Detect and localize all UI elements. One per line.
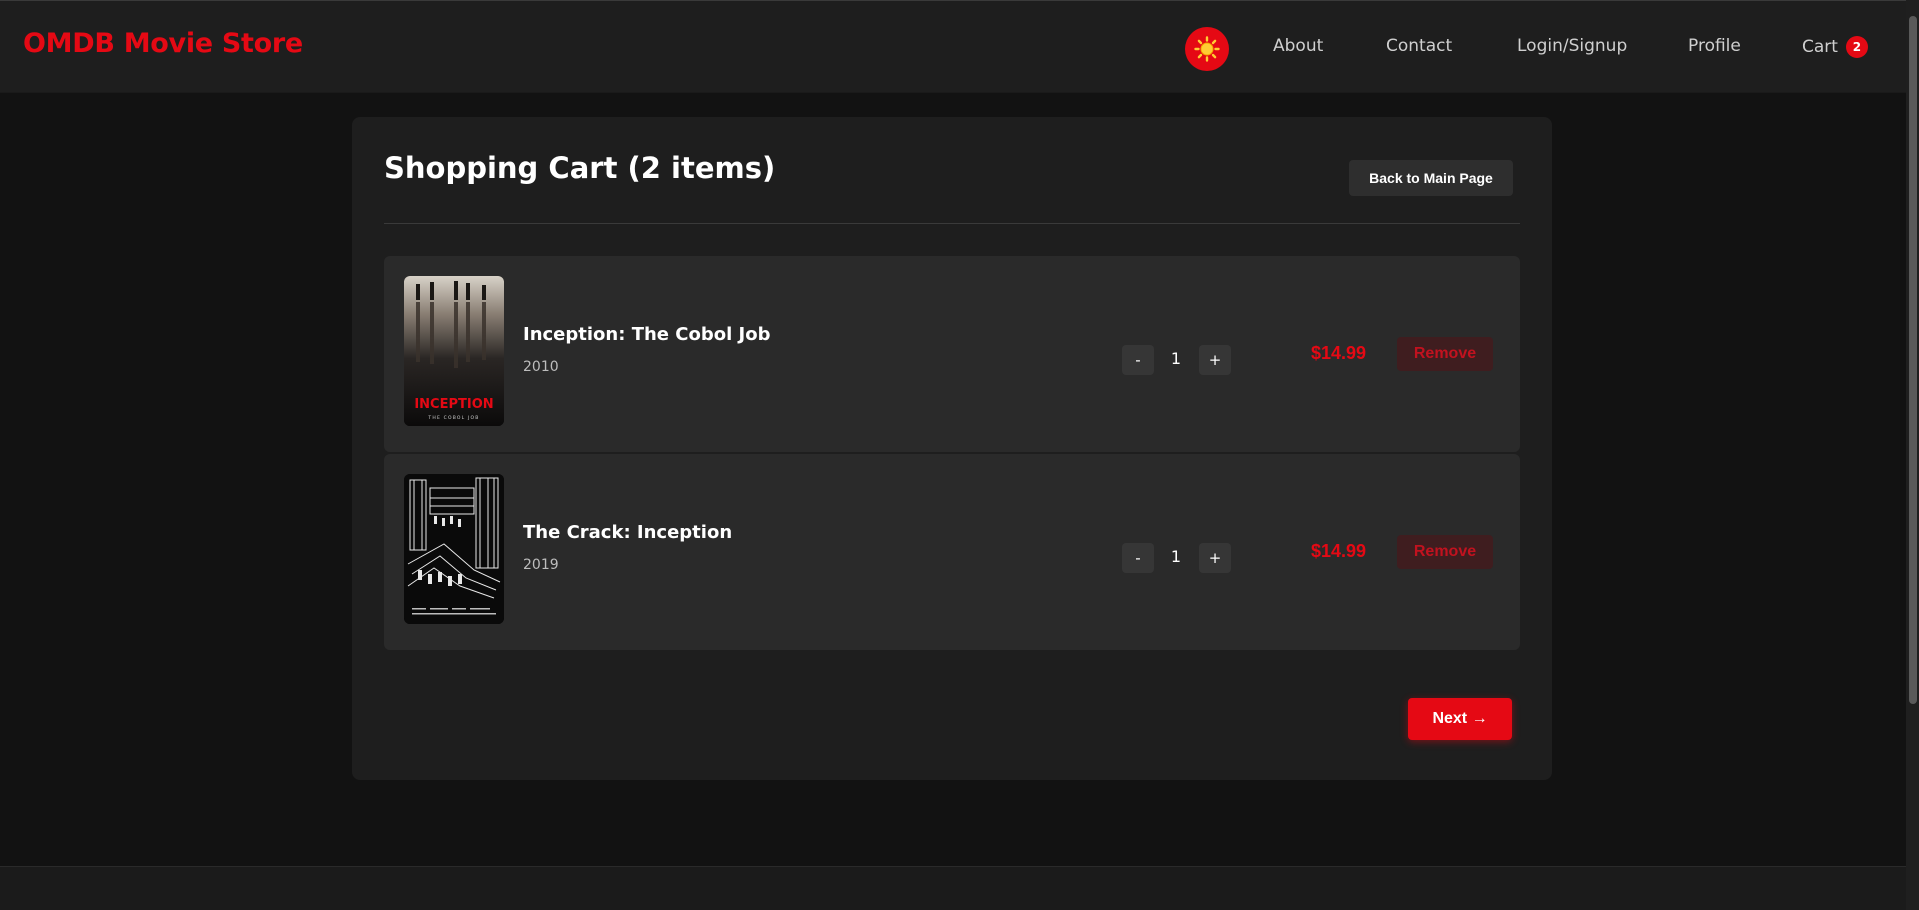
top-navbar: OMDB Movie Store About Contact Login/Sig… [0,0,1906,93]
item-title[interactable]: Inception: The Cobol Job [523,324,770,345]
cart-item: INCEPTION THE COBOL JOB Inception: The C… [384,256,1520,452]
poster-title-text: INCEPTION [414,397,493,412]
nav-profile[interactable]: Profile [1688,36,1741,56]
increment-button[interactable]: + [1199,543,1231,573]
nav-about[interactable]: About [1273,36,1323,56]
page-title: Shopping Cart (2 items) [384,151,776,185]
poster-subtitle-text: THE COBOL JOB [427,415,479,421]
decrement-button[interactable]: - [1122,543,1154,573]
scrollbar-thumb[interactable] [1909,16,1917,704]
brand-logo[interactable]: OMDB Movie Store [23,28,303,59]
item-price: $14.99 [1311,541,1367,561]
nav-contact[interactable]: Contact [1386,36,1452,56]
quantity-value: 1 [1170,547,1182,566]
sun-icon [1194,36,1220,62]
item-title[interactable]: The Crack: Inception [523,522,732,543]
item-year: 2019 [523,557,559,573]
footer [0,866,1906,910]
poster-image [404,474,504,624]
cart-item: The Crack: Inception 2019 - 1 + $14.99 R… [384,454,1520,650]
nav-login-signup[interactable]: Login/Signup [1517,36,1627,56]
vertical-scrollbar[interactable] [1906,0,1919,910]
decrement-button[interactable]: - [1122,345,1154,375]
item-price: $14.99 [1311,343,1367,363]
movie-poster: INCEPTION THE COBOL JOB [404,276,504,426]
remove-button[interactable]: Remove [1397,337,1493,371]
divider [384,223,1520,224]
back-to-main-button[interactable]: Back to Main Page [1349,160,1513,196]
increment-button[interactable]: + [1199,345,1231,375]
remove-button[interactable]: Remove [1397,535,1493,569]
poster-image: INCEPTION THE COBOL JOB [404,276,504,426]
shopping-cart-panel: Shopping Cart (2 items) Back to Main Pag… [352,117,1552,780]
cart-count-badge: 2 [1845,36,1868,58]
item-year: 2010 [523,359,559,375]
nav-cart-label: Cart [1802,37,1838,57]
movie-poster [404,474,504,624]
nav-cart[interactable]: Cart 2 [1802,36,1868,58]
quantity-value: 1 [1170,349,1182,368]
theme-toggle-button[interactable] [1185,27,1229,71]
next-button[interactable]: Next → [1408,698,1512,740]
